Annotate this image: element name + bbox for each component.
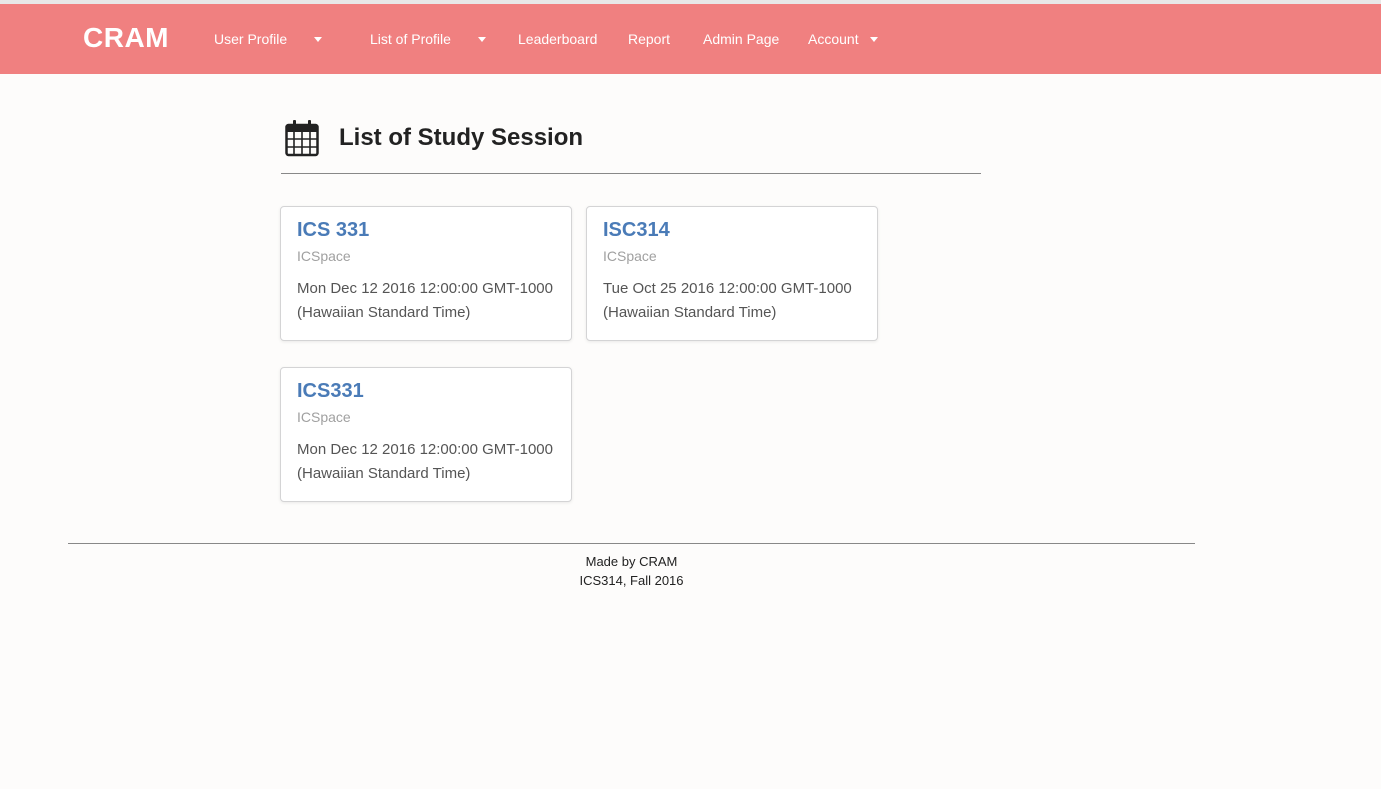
session-location: ICSpace bbox=[297, 409, 351, 425]
nav-item-account[interactable]: Account bbox=[808, 31, 859, 47]
session-date: Tue Oct 25 2016 12:00:00 GMT-1000 (Hawai… bbox=[603, 280, 852, 321]
nav-item-user-profile[interactable]: User Profile bbox=[214, 31, 287, 47]
chevron-down-icon[interactable] bbox=[314, 37, 322, 42]
session-card[interactable]: ICS 331 ICSpace Mon Dec 12 2016 12:00:00… bbox=[280, 206, 572, 341]
page-title: List of Study Session bbox=[339, 124, 584, 151]
nav-item-leaderboard[interactable]: Leaderboard bbox=[518, 31, 597, 47]
session-course[interactable]: ICS 331 bbox=[297, 219, 369, 242]
session-location: ICSpace bbox=[297, 248, 351, 264]
nav-item-admin-page[interactable]: Admin Page bbox=[703, 31, 779, 47]
nav-item-report[interactable]: Report bbox=[628, 31, 670, 47]
session-course[interactable]: ICS331 bbox=[297, 380, 364, 403]
session-card[interactable]: ICS331 ICSpace Mon Dec 12 2016 12:00:00 … bbox=[280, 367, 572, 502]
footer-divider bbox=[68, 543, 1195, 544]
nav-item-list-of-profile[interactable]: List of Profile bbox=[370, 31, 451, 47]
navbar: CRAM User Profile List of Profile Leader… bbox=[0, 4, 1381, 74]
footer-credit: Made by CRAM bbox=[585, 554, 678, 569]
session-date: Mon Dec 12 2016 12:00:00 GMT-1000 (Hawai… bbox=[297, 441, 553, 482]
footer-course: ICS314, Fall 2016 bbox=[579, 573, 684, 588]
calendar-icon bbox=[285, 120, 319, 157]
session-location: ICSpace bbox=[603, 248, 657, 264]
chevron-down-icon[interactable] bbox=[478, 37, 486, 42]
session-card[interactable]: ISC314 ICSpace Tue Oct 25 2016 12:00:00 … bbox=[586, 206, 878, 341]
page-header: List of Study Session bbox=[281, 117, 981, 174]
brand-logo[interactable]: CRAM bbox=[83, 22, 169, 54]
chevron-down-icon[interactable] bbox=[870, 37, 878, 42]
session-course[interactable]: ISC314 bbox=[603, 219, 670, 242]
session-date: Mon Dec 12 2016 12:00:00 GMT-1000 (Hawai… bbox=[297, 280, 553, 321]
